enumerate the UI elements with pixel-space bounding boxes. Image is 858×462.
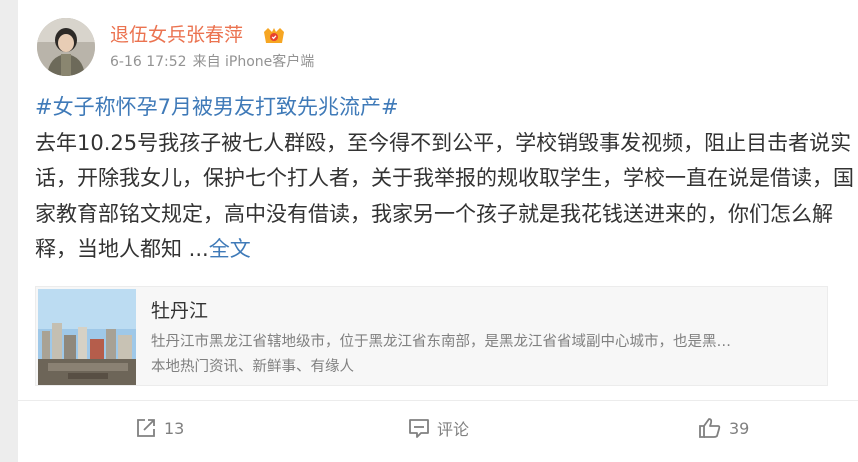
location-description: 牡丹江市黑龙江省辖地级市，位于黑龙江省东南部，是黑龙江省省域副中心城市，也是黑… [151, 334, 731, 350]
post-body: 去年10.25号我孩子被七人群殴，至今得不到公平，学校销毁事发视频，阻止目击者说… [35, 130, 854, 262]
weibo-post-card: 退伍女兵张春萍 6-16 17:52 来自 iPhone客户端 #女子称怀孕7月被… [18, 0, 858, 462]
like-count: 39 [729, 418, 750, 438]
avatar[interactable] [37, 18, 95, 76]
post-source: 来自 iPhone客户端 [192, 54, 315, 70]
repost-icon [137, 419, 155, 437]
divider [18, 400, 858, 401]
post-content: #女子称怀孕7月被男友打致先兆流产# 去年10.25号我孩子被七人群殴，至今得不… [35, 90, 855, 268]
post-time[interactable]: 6-16 17:52 [110, 54, 187, 70]
avatar-photo [37, 18, 95, 76]
full-text-link[interactable]: 全文 [209, 237, 251, 261]
vip-badge-icon[interactable] [262, 26, 286, 46]
comment-icon [409, 419, 429, 438]
comment-label: 评论 [437, 420, 470, 439]
author-name[interactable]: 退伍女兵张春萍 [110, 22, 243, 48]
repost-count: 13 [164, 418, 185, 438]
location-title: 牡丹江 [151, 300, 209, 322]
repost-button[interactable]: 13 [134, 414, 184, 442]
post-meta: 6-16 17:52 来自 iPhone客户端 [110, 52, 314, 72]
like-button[interactable]: 39 [697, 414, 749, 442]
ellipsis: ... [182, 237, 209, 261]
thumbs-up-icon [699, 418, 721, 438]
topic-link[interactable]: #女子称怀孕7月被男友打致先兆流产# [35, 90, 855, 126]
location-tags: 本地热门资讯、新鲜事、有缘人 [151, 359, 354, 375]
location-thumbnail [38, 289, 136, 385]
location-card[interactable]: 牡丹江 牡丹江市黑龙江省辖地级市，位于黑龙江省东南部，是黑龙江省省域副中心城市，… [35, 286, 828, 386]
comment-button[interactable]: 评论 [407, 414, 469, 442]
